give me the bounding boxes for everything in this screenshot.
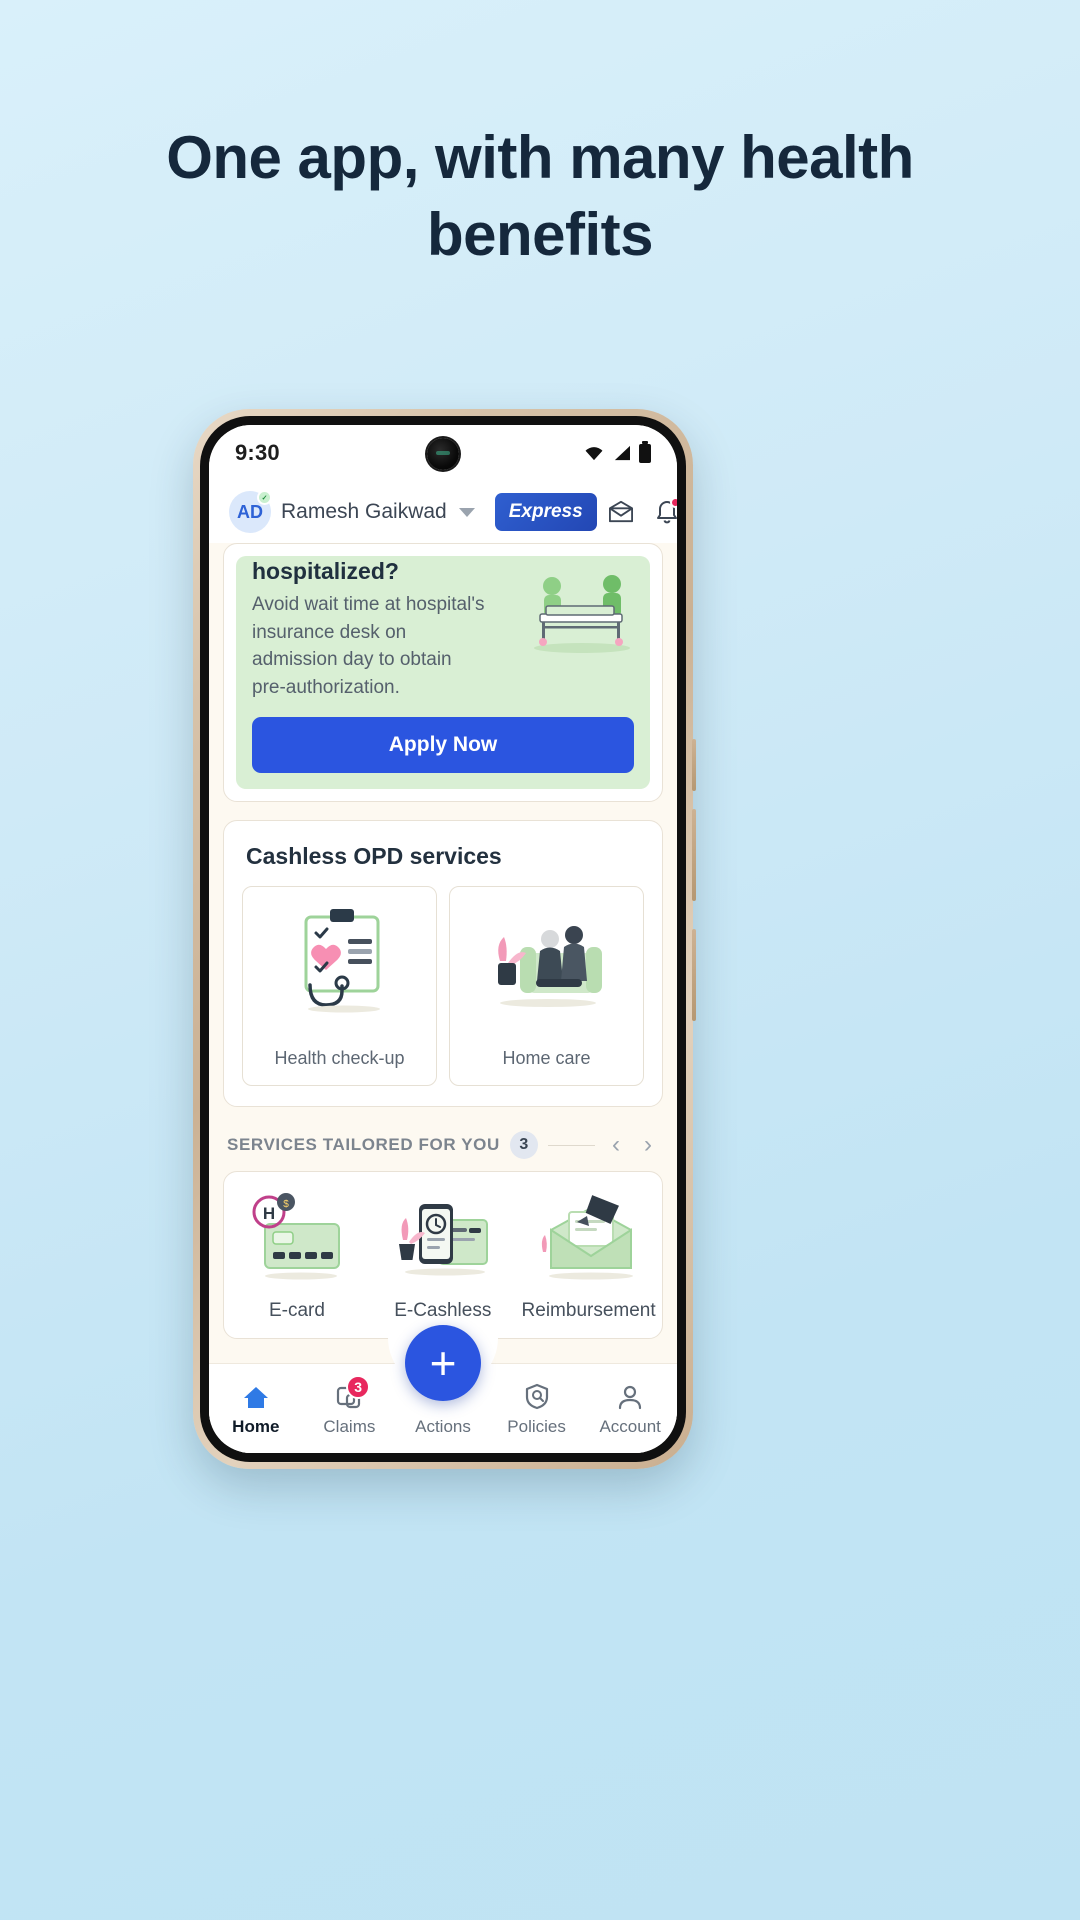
service-label: E-card: [268, 1300, 325, 1322]
cashless-opd-title: Cashless OPD services: [246, 843, 502, 870]
home-care-couple-icon: [497, 926, 602, 1008]
bell-icon[interactable]: [655, 497, 677, 525]
wifi-icon: [585, 447, 603, 461]
phone-mockup: 9:30 AD ✓ Ramesh Gaikwad Express hospita…: [193, 409, 696, 1469]
home-icon: [242, 1382, 270, 1410]
battery-icon: [639, 440, 651, 463]
hospital-bed-illustration: [534, 575, 630, 653]
opd-tile-home-care[interactable]: Home care: [449, 886, 644, 1087]
bottom-navigation-wrapper: + Home 3 Claims Actions Policies Account: [209, 1325, 677, 1453]
status-bar: 9:30: [209, 425, 677, 481]
promo-panel: hospitalized? Avoid wait time at hospita…: [236, 556, 650, 790]
header-icon-group: [607, 497, 677, 525]
nav-item-policies[interactable]: Policies: [490, 1382, 584, 1437]
promo-body: Avoid wait time at hospital's insurance …: [252, 594, 485, 698]
add-action-button[interactable]: +: [405, 1325, 481, 1401]
svg-text:$: $: [283, 1199, 289, 1210]
service-label: E-Cashless: [394, 1300, 492, 1322]
avatar-initials: AD: [237, 501, 263, 522]
service-item-ecashless[interactable]: E-Cashless: [370, 1190, 516, 1322]
chevron-left-icon[interactable]: ‹: [605, 1133, 627, 1157]
services-count-badge: 3: [509, 1131, 538, 1160]
opd-tile-list: Health check-up Home care: [224, 870, 662, 1106]
divider: [547, 1144, 595, 1146]
service-item-ecard[interactable]: H $ E-card: [224, 1190, 370, 1322]
cashless-opd-card: Cashless OPD services Health check-up Ho…: [223, 820, 663, 1108]
service-item-reimbursement[interactable]: Reimbursement: [516, 1190, 662, 1322]
nav-label: Account: [599, 1417, 661, 1436]
e-card-illustration: H $: [252, 1193, 340, 1280]
user-name[interactable]: Ramesh Gaikwad: [281, 500, 447, 524]
phone-volume-up-button: [692, 809, 696, 901]
e-cashless-illustration: [398, 1204, 488, 1276]
page-title: One app, with many health benefits: [166, 124, 914, 268]
services-section-title: SERVICES TAILORED FOR YOU: [227, 1135, 500, 1155]
nav-label: Claims: [323, 1417, 376, 1436]
opd-tile-label: Home care: [502, 1048, 591, 1069]
phone-volume-down-button: [692, 929, 696, 1021]
verified-badge-icon: ✓: [257, 490, 272, 505]
reimbursement-illustration: [541, 1195, 633, 1280]
phone-bezel: 9:30 AD ✓ Ramesh Gaikwad Express hospita…: [200, 416, 686, 1462]
express-button[interactable]: Express: [494, 493, 597, 531]
account-person-icon: [617, 1382, 643, 1410]
signal-icon: [614, 445, 630, 461]
app-header: AD ✓ Ramesh Gaikwad Express: [209, 481, 677, 543]
nav-label: Actions: [415, 1417, 471, 1436]
svg-text:H: H: [263, 1204, 275, 1223]
status-icons: [583, 440, 651, 463]
wallet-icon[interactable]: [607, 500, 635, 524]
apply-now-button[interactable]: Apply Now: [252, 717, 634, 774]
phone-screen: 9:30 AD ✓ Ramesh Gaikwad Express hospita…: [209, 425, 677, 1453]
clipboard-stethoscope-icon: [304, 909, 380, 1013]
nav-item-account[interactable]: Account: [583, 1382, 677, 1437]
phone-side-button: [692, 739, 696, 791]
service-label: Reimbursement: [521, 1300, 656, 1322]
policies-shield-icon: [524, 1382, 550, 1410]
opd-tile-label: Health check-up: [274, 1048, 405, 1069]
services-section-header: SERVICES TAILORED FOR YOU 3 ‹ ›: [209, 1125, 677, 1171]
nav-label: Policies: [507, 1417, 566, 1436]
nav-label: Home: [232, 1417, 280, 1436]
nav-item-home[interactable]: Home: [209, 1382, 303, 1437]
pre-authorization-card: hospitalized? Avoid wait time at hospita…: [223, 543, 663, 803]
nav-item-claims[interactable]: 3 Claims: [303, 1375, 397, 1437]
services-carousel[interactable]: H $ E-card E-Cashless Reimbursement: [223, 1171, 663, 1340]
chevron-right-icon[interactable]: ›: [637, 1133, 659, 1157]
status-time: 9:30: [235, 440, 280, 465]
front-camera: [427, 438, 459, 470]
app-content[interactable]: hospitalized? Avoid wait time at hospita…: [209, 543, 677, 1453]
claims-badge: 3: [346, 1375, 371, 1399]
opd-tile-health-checkup[interactable]: Health check-up: [242, 886, 437, 1087]
avatar[interactable]: AD ✓: [229, 490, 272, 533]
notification-dot: [669, 497, 677, 508]
chevron-down-icon[interactable]: [458, 507, 475, 517]
